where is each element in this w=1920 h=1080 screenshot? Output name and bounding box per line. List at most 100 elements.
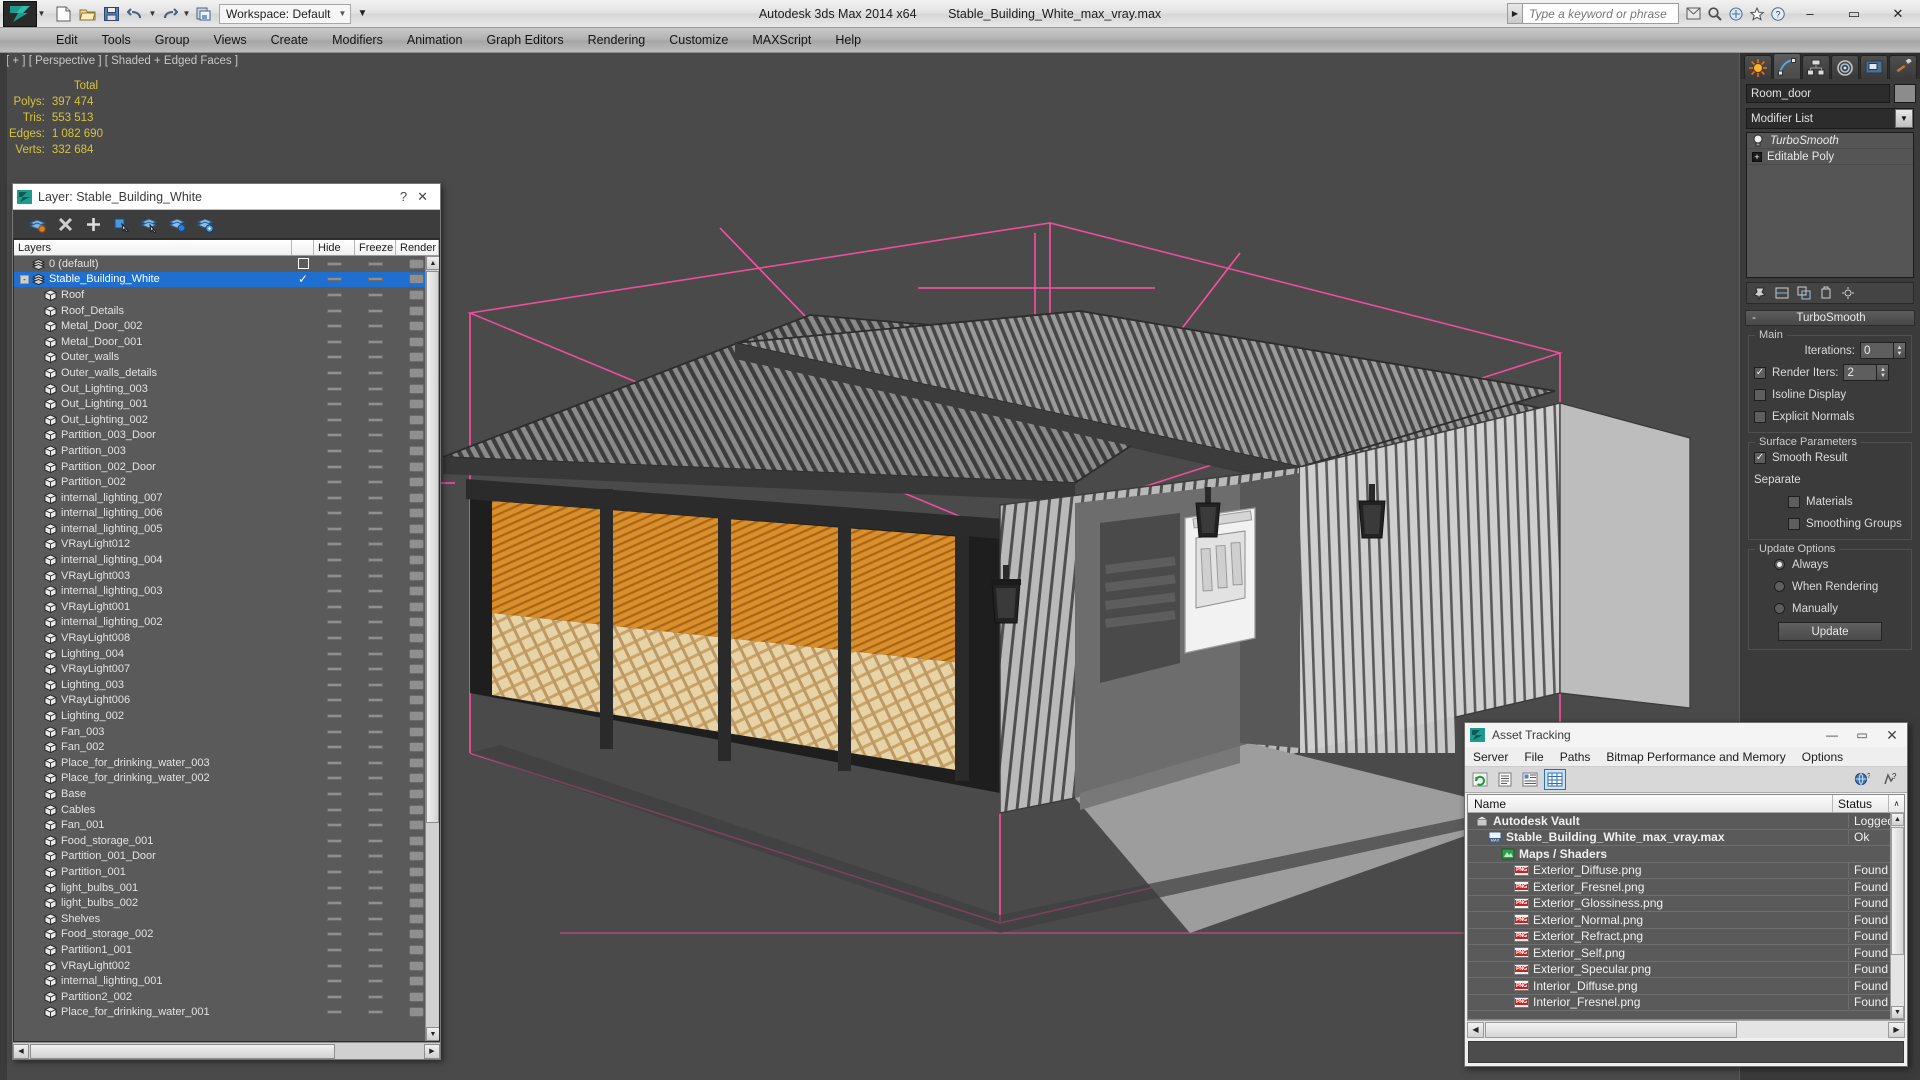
asset-row[interactable]: PNG Exterior_Self.png Found [1468, 945, 1904, 962]
object-row[interactable]: light_bulbs_001 [14, 880, 439, 896]
asset-hscroll-right-arrow-icon[interactable]: ▶ [1888, 1021, 1905, 1038]
layer-hide-toggle[interactable] [314, 649, 355, 659]
layer-hide-toggle[interactable] [314, 664, 355, 674]
layer-hide-toggle[interactable] [314, 508, 355, 518]
layer-freeze-toggle[interactable] [355, 430, 396, 440]
layer-active-toggle[interactable] [292, 789, 314, 799]
asset-scroll-up-arrow-icon[interactable]: ▲ [1891, 813, 1904, 826]
layer-hide-toggle[interactable] [314, 352, 355, 362]
layer-hide-toggle[interactable] [314, 462, 355, 472]
layer-active-toggle[interactable] [292, 290, 314, 300]
always-row[interactable]: Always [1754, 555, 1906, 574]
layer-active-toggle[interactable] [292, 477, 314, 487]
layer-hscroll-left-arrow-icon[interactable]: ◀ [13, 1043, 29, 1059]
layer-hide-toggle[interactable] [314, 883, 355, 893]
help-question-icon[interactable]: ? [1879, 769, 1901, 790]
layer-freeze-toggle[interactable] [355, 945, 396, 955]
layer-freeze-toggle[interactable] [355, 274, 396, 284]
make-unique-icon[interactable] [1794, 285, 1814, 302]
object-row[interactable]: VRayLight002 [14, 958, 439, 974]
layer-freeze-toggle[interactable] [355, 524, 396, 534]
object-row[interactable]: Outer_walls [14, 350, 439, 366]
layer-scroll-up-arrow-icon[interactable]: ▲ [426, 256, 439, 270]
asset-row[interactable]: PNG Exterior_Specular.png Found [1468, 962, 1904, 978]
layer-active-toggle[interactable] [292, 711, 314, 721]
layer-freeze-toggle[interactable] [355, 462, 396, 472]
layer-freeze-toggle[interactable] [355, 727, 396, 737]
layer-hide-toggle[interactable] [314, 368, 355, 378]
layer-active-toggle[interactable] [292, 867, 314, 877]
layer-active-toggle[interactable] [292, 1007, 314, 1017]
layer-active-toggle[interactable] [292, 773, 314, 783]
layer-active-toggle[interactable] [292, 368, 314, 378]
layer-active-toggle[interactable] [292, 462, 314, 472]
display-tab-icon[interactable] [1860, 55, 1888, 79]
expand-plus-icon[interactable]: + [1752, 151, 1762, 162]
select-objects-in-layer-icon[interactable] [111, 214, 132, 235]
layer-active-toggle[interactable] [292, 851, 314, 861]
manually-radio[interactable] [1774, 603, 1785, 614]
isoline-display-row[interactable]: Isoline Display [1754, 385, 1906, 404]
asset-row[interactable]: MAX Stable_Building_White_max_vray.max Ok [1468, 830, 1904, 846]
isoline-display-checkbox[interactable] [1754, 388, 1766, 401]
asset-menu-options[interactable]: Options [1794, 747, 1851, 767]
layer-active-toggle[interactable] [292, 929, 314, 939]
utilities-tab-icon[interactable] [1889, 55, 1917, 79]
object-row[interactable]: Roof_Details [14, 303, 439, 319]
asset-row[interactable]: PNG Exterior_Diffuse.png Found [1468, 863, 1904, 879]
configure-modifier-sets-icon[interactable] [1838, 285, 1858, 302]
infocenter-icon[interactable] [1683, 3, 1704, 25]
layer-active-toggle[interactable] [292, 586, 314, 596]
layer-list-horizontal-scrollbar[interactable]: ◀ ▶ [13, 1042, 440, 1059]
object-row[interactable]: internal_lighting_004 [14, 552, 439, 568]
manually-row[interactable]: Manually [1754, 599, 1906, 618]
asset-tracking-title-bar[interactable]: Asset Tracking — ▭ ✕ [1465, 723, 1907, 747]
object-row[interactable]: Partition_001_Door [14, 849, 439, 865]
menu-item-graph-editors[interactable]: Graph Editors [474, 28, 575, 53]
layer-hide-toggle[interactable] [314, 805, 355, 815]
layer-hide-toggle[interactable] [314, 493, 355, 503]
layer-freeze-toggle[interactable] [355, 680, 396, 690]
remove-layer-icon[interactable] [55, 214, 76, 235]
select-highlighted-layer-icon[interactable] [167, 214, 188, 235]
layer-freeze-toggle[interactable] [355, 851, 396, 861]
layer-active-toggle[interactable] [292, 898, 314, 908]
object-row[interactable]: Out_Lighting_002 [14, 412, 439, 428]
layer-hide-toggle[interactable] [314, 680, 355, 690]
undo-dropdown-arrow-icon[interactable]: ▼ [148, 3, 157, 25]
layer-hide-toggle[interactable] [314, 430, 355, 440]
layer-active-toggle[interactable] [292, 602, 314, 612]
layer-freeze-toggle[interactable] [355, 758, 396, 768]
iterations-value[interactable]: 0 [1860, 342, 1894, 359]
logo-dropdown-arrow-icon[interactable]: ▼ [37, 3, 46, 25]
asset-tracking-window[interactable]: Asset Tracking — ▭ ✕ Server File Paths Bitm… [1464, 722, 1908, 1067]
when-rendering-radio[interactable] [1774, 581, 1785, 592]
asset-menu-file[interactable]: File [1516, 747, 1551, 767]
layer-hide-toggle[interactable] [314, 711, 355, 721]
asset-vertical-scrollbar[interactable]: ▲ ▼ [1890, 813, 1904, 1019]
layer-freeze-toggle[interactable] [355, 898, 396, 908]
layer-active-toggle[interactable] [292, 961, 314, 971]
object-row[interactable]: Fan_003 [14, 724, 439, 740]
layer-hide-toggle[interactable] [314, 571, 355, 581]
layer-scroll-thumb[interactable] [426, 271, 439, 823]
qat-overflow-arrow-icon[interactable]: ▼ [355, 8, 369, 19]
layer-hide-toggle[interactable] [314, 1007, 355, 1017]
object-row[interactable]: Fan_001 [14, 817, 439, 833]
object-color-swatch[interactable] [1894, 84, 1916, 103]
layer-active-toggle[interactable] [292, 680, 314, 690]
layer-hide-toggle[interactable] [314, 337, 355, 347]
object-row[interactable]: Lighting_002 [14, 708, 439, 724]
object-row[interactable]: Cables [14, 802, 439, 818]
layer-hide-toggle[interactable] [314, 602, 355, 612]
layer-hide-toggle[interactable] [314, 945, 355, 955]
layer-freeze-toggle[interactable] [355, 571, 396, 581]
layer-active-toggle[interactable] [292, 539, 314, 549]
iterations-spinner[interactable]: 0 ▲ ▼ [1860, 342, 1906, 359]
object-row[interactable]: light_bulbs_002 [14, 895, 439, 911]
object-row[interactable]: Food_storage_002 [14, 927, 439, 943]
layer-hide-toggle[interactable] [314, 274, 355, 284]
layer-active-toggle[interactable] [292, 446, 314, 456]
layer-hide-toggle[interactable] [314, 258, 355, 269]
render-iters-value[interactable]: 2 [1843, 364, 1878, 381]
